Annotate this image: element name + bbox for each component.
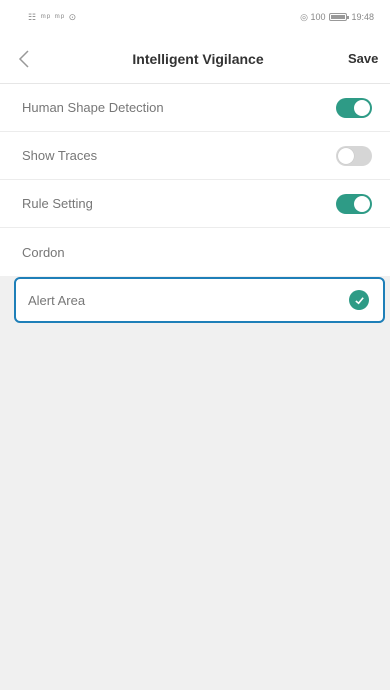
chevron-left-icon (18, 49, 29, 68)
back-button[interactable] (18, 44, 48, 74)
status-bar: ☷ ᵐᵖ ᵐᵖ ⊙ ◎ 100 19:48 (0, 0, 390, 34)
check-circle-icon (349, 290, 369, 310)
signal-icons: ☷ ᵐᵖ ᵐᵖ ⊙ (28, 11, 78, 22)
setting-row-cordon[interactable]: Cordon (0, 228, 390, 276)
nav-bar: Intelligent Vigilance Save (0, 34, 390, 84)
alert-area-option[interactable]: Alert Area (14, 277, 385, 323)
alert-area-label: Alert Area (28, 292, 86, 308)
save-button[interactable]: Save (348, 51, 378, 66)
setting-row-human-shape-detection: Human Shape Detection (0, 84, 390, 132)
show-traces-toggle[interactable] (336, 145, 372, 166)
status-indicators: ◎ 100 (300, 11, 326, 22)
setting-label: Show Traces (22, 148, 98, 163)
status-time: 19:48 (351, 12, 374, 22)
status-right: ◎ 100 19:48 (300, 12, 374, 23)
battery-icon (329, 13, 350, 21)
rule-setting-toggle[interactable] (336, 193, 372, 214)
setting-row-show-traces: Show Traces (0, 132, 390, 180)
status-left: ☷ ᵐᵖ ᵐᵖ ⊙ (28, 12, 77, 23)
human-shape-detection-toggle[interactable] (336, 97, 372, 118)
setting-label: Human Shape Detection (22, 100, 164, 115)
setting-label: Rule Setting (22, 196, 93, 211)
setting-label: Cordon (22, 244, 65, 260)
page-title: Intelligent Vigilance (132, 50, 264, 67)
setting-row-rule-setting: Rule Setting (0, 180, 390, 228)
settings-list: Human Shape Detection Show Traces Rule S… (0, 84, 390, 276)
